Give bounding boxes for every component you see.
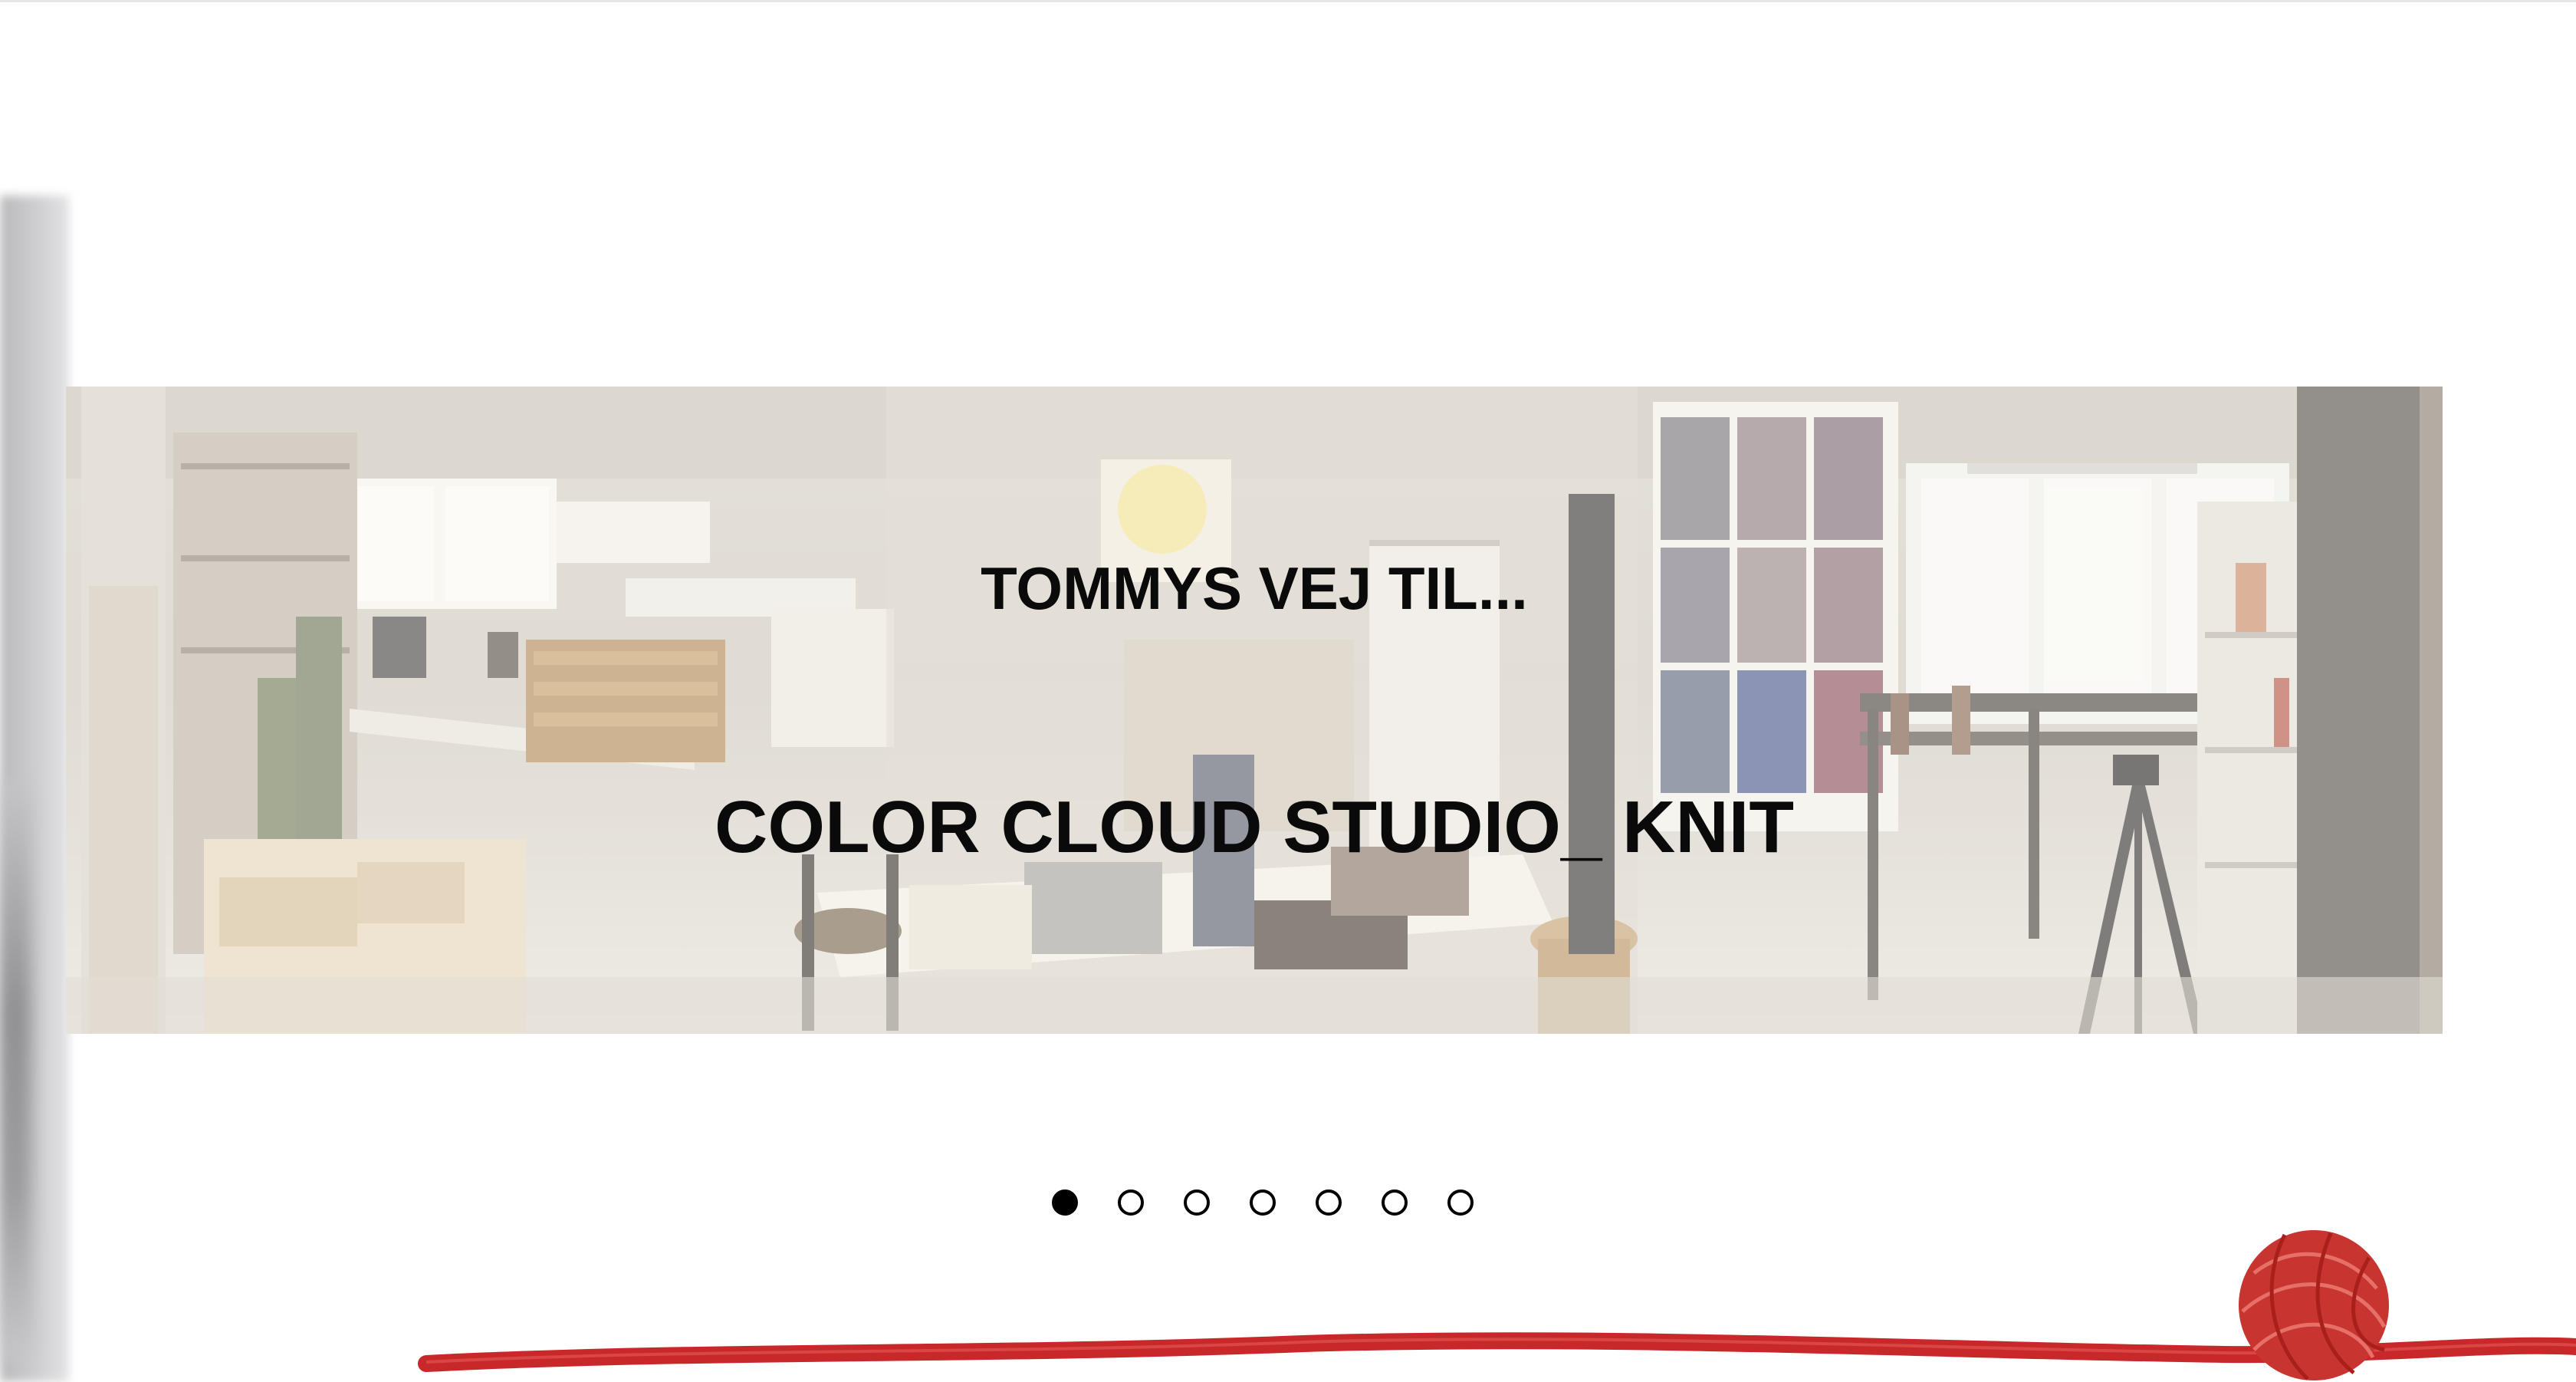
carousel-dot-3[interactable] [1184, 1190, 1210, 1216]
yarn-ball-icon [2239, 1230, 2389, 1380]
hero-overlay [66, 387, 2443, 1034]
previous-slide-preview[interactable] [0, 196, 69, 1382]
hero-title: COLOR CLOUD STUDIO_ KNIT [715, 786, 1794, 868]
carousel-dot-2[interactable] [1118, 1190, 1144, 1216]
hero-slide[interactable]: TOMMYS VEJ TIL... COLOR CLOUD STUDIO_ KN… [66, 387, 2443, 1034]
carousel-dot-1[interactable] [1052, 1190, 1078, 1216]
hero-subtitle: TOMMYS VEJ TIL... [981, 554, 1528, 622]
carousel-dot-6[interactable] [1382, 1190, 1408, 1216]
carousel-pagination [1052, 1186, 1474, 1219]
carousel-dot-4[interactable] [1250, 1190, 1276, 1216]
carousel-dot-5[interactable] [1316, 1190, 1342, 1216]
carousel-dot-7[interactable] [1447, 1190, 1474, 1216]
top-border [0, 0, 2576, 2]
yarn-ball-decoration [418, 1230, 2576, 1380]
